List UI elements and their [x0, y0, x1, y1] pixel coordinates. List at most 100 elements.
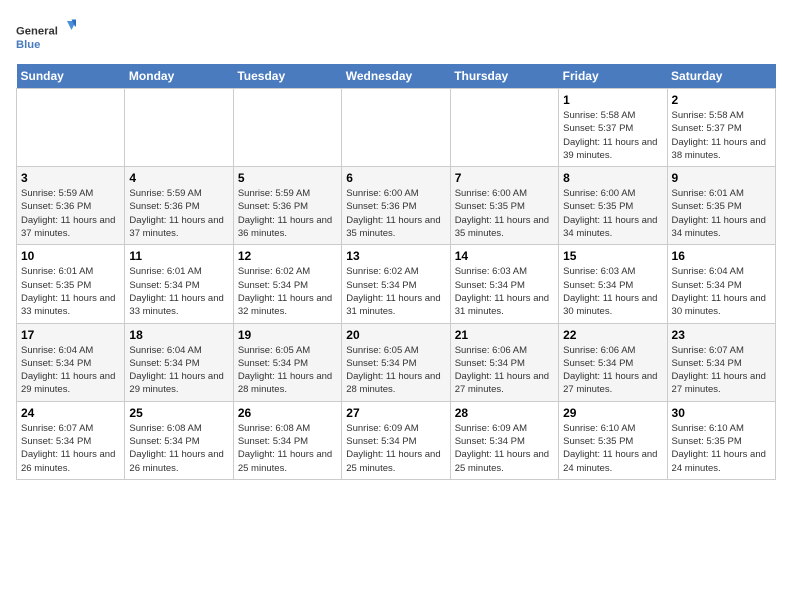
day-detail: Sunrise: 6:03 AMSunset: 5:34 PMDaylight:…	[563, 265, 662, 318]
day-number: 25	[129, 406, 228, 420]
calendar-cell	[125, 89, 233, 167]
day-number: 11	[129, 249, 228, 263]
day-number: 19	[238, 328, 337, 342]
day-detail: Sunrise: 6:05 AMSunset: 5:34 PMDaylight:…	[346, 344, 445, 397]
logo: General Blue	[16, 16, 76, 56]
day-number: 21	[455, 328, 554, 342]
day-detail: Sunrise: 6:02 AMSunset: 5:34 PMDaylight:…	[346, 265, 445, 318]
day-number: 10	[21, 249, 120, 263]
calendar-cell: 6Sunrise: 6:00 AMSunset: 5:36 PMDaylight…	[342, 167, 450, 245]
day-number: 9	[672, 171, 771, 185]
day-detail: Sunrise: 6:07 AMSunset: 5:34 PMDaylight:…	[21, 422, 120, 475]
calendar-cell: 5 Sunrise: 5:59 AMSunset: 5:36 PMDaylight…	[233, 167, 341, 245]
day-number: 27	[346, 406, 445, 420]
calendar-cell: 21 Sunrise: 6:06 AMSunset: 5:34 PMDayligh…	[450, 323, 558, 401]
day-of-week-header: Wednesday	[342, 64, 450, 89]
day-detail: Sunrise: 6:01 AMSunset: 5:34 PMDaylight:…	[129, 265, 228, 318]
day-number: 13	[346, 249, 445, 263]
day-detail: Sunrise: 6:04 AMSunset: 5:34 PMDaylight:…	[672, 265, 771, 318]
day-detail: Sunrise: 6:01 AMSunset: 5:35 PMDaylight:…	[21, 265, 120, 318]
calendar-cell	[17, 89, 125, 167]
day-number: 28	[455, 406, 554, 420]
day-detail: Sunrise: 6:10 AMSunset: 5:35 PMDaylight:…	[672, 422, 771, 475]
day-detail: Sunrise: 6:00 AMSunset: 5:35 PMDaylight:…	[455, 187, 554, 240]
calendar-cell	[233, 89, 341, 167]
day-number: 26	[238, 406, 337, 420]
day-number: 15	[563, 249, 662, 263]
calendar-cell: 12 Sunrise: 6:02 AMSunset: 5:34 PMDayligh…	[233, 245, 341, 323]
calendar-cell: 9 Sunrise: 6:01 AMSunset: 5:35 PMDaylight…	[667, 167, 775, 245]
day-of-week-header: Thursday	[450, 64, 558, 89]
calendar-cell: 20 Sunrise: 6:05 AMSunset: 5:34 PMDayligh…	[342, 323, 450, 401]
calendar-cell: 10 Sunrise: 6:01 AMSunset: 5:35 PMDayligh…	[17, 245, 125, 323]
day-detail: Sunrise: 6:00 AMSunset: 5:35 PMDaylight:…	[563, 187, 662, 240]
calendar-cell: 14Sunrise: 6:03 AMSunset: 5:34 PMDayligh…	[450, 245, 558, 323]
day-detail: Sunrise: 6:08 AMSunset: 5:34 PMDaylight:…	[129, 422, 228, 475]
calendar-week-row: 10 Sunrise: 6:01 AMSunset: 5:35 PMDayligh…	[17, 245, 776, 323]
calendar-cell: 25 Sunrise: 6:08 AMSunset: 5:34 PMDayligh…	[125, 401, 233, 479]
day-of-week-header: Friday	[559, 64, 667, 89]
header-row: SundayMondayTuesdayWednesdayThursdayFrid…	[17, 64, 776, 89]
calendar-cell: 24 Sunrise: 6:07 AMSunset: 5:34 PMDayligh…	[17, 401, 125, 479]
calendar-cell: 16Sunrise: 6:04 AMSunset: 5:34 PMDayligh…	[667, 245, 775, 323]
day-of-week-header: Sunday	[17, 64, 125, 89]
calendar-cell: 22 Sunrise: 6:06 AMSunset: 5:34 PMDayligh…	[559, 323, 667, 401]
calendar-cell: 2 Sunrise: 5:58 AMSunset: 5:37 PMDaylight…	[667, 89, 775, 167]
day-detail: Sunrise: 6:07 AMSunset: 5:34 PMDaylight:…	[672, 344, 771, 397]
day-number: 8	[563, 171, 662, 185]
day-number: 24	[21, 406, 120, 420]
calendar-week-row: 3Sunrise: 5:59 AMSunset: 5:36 PMDaylight…	[17, 167, 776, 245]
calendar-cell: 28Sunrise: 6:09 AMSunset: 5:34 PMDayligh…	[450, 401, 558, 479]
day-number: 30	[672, 406, 771, 420]
calendar-cell: 1 Sunrise: 5:58 AMSunset: 5:37 PMDaylight…	[559, 89, 667, 167]
day-detail: Sunrise: 6:05 AMSunset: 5:34 PMDaylight:…	[238, 344, 337, 397]
day-number: 18	[129, 328, 228, 342]
day-number: 2	[672, 93, 771, 107]
calendar-cell: 3Sunrise: 5:59 AMSunset: 5:36 PMDaylight…	[17, 167, 125, 245]
calendar-table: SundayMondayTuesdayWednesdayThursdayFrid…	[16, 64, 776, 480]
day-number: 20	[346, 328, 445, 342]
day-detail: Sunrise: 6:04 AMSunset: 5:34 PMDaylight:…	[129, 344, 228, 397]
day-of-week-header: Saturday	[667, 64, 775, 89]
calendar-cell: 13 Sunrise: 6:02 AMSunset: 5:34 PMDayligh…	[342, 245, 450, 323]
day-of-week-header: Monday	[125, 64, 233, 89]
day-detail: Sunrise: 6:10 AMSunset: 5:35 PMDaylight:…	[563, 422, 662, 475]
day-number: 29	[563, 406, 662, 420]
calendar-cell: 23Sunrise: 6:07 AMSunset: 5:34 PMDayligh…	[667, 323, 775, 401]
day-detail: Sunrise: 6:06 AMSunset: 5:34 PMDaylight:…	[455, 344, 554, 397]
day-number: 22	[563, 328, 662, 342]
svg-text:General: General	[16, 26, 58, 38]
day-number: 5	[238, 171, 337, 185]
day-detail: Sunrise: 5:58 AMSunset: 5:37 PMDaylight:…	[672, 109, 771, 162]
calendar-cell	[450, 89, 558, 167]
day-number: 1	[563, 93, 662, 107]
day-of-week-header: Tuesday	[233, 64, 341, 89]
calendar-cell	[342, 89, 450, 167]
day-number: 4	[129, 171, 228, 185]
calendar-cell: 11 Sunrise: 6:01 AMSunset: 5:34 PMDayligh…	[125, 245, 233, 323]
calendar-week-row: 24 Sunrise: 6:07 AMSunset: 5:34 PMDayligh…	[17, 401, 776, 479]
svg-text:Blue: Blue	[16, 39, 40, 51]
calendar-cell: 27 Sunrise: 6:09 AMSunset: 5:34 PMDayligh…	[342, 401, 450, 479]
calendar-cell: 29 Sunrise: 6:10 AMSunset: 5:35 PMDayligh…	[559, 401, 667, 479]
calendar-cell: 8 Sunrise: 6:00 AMSunset: 5:35 PMDaylight…	[559, 167, 667, 245]
day-detail: Sunrise: 6:04 AMSunset: 5:34 PMDaylight:…	[21, 344, 120, 397]
day-detail: Sunrise: 6:09 AMSunset: 5:34 PMDaylight:…	[346, 422, 445, 475]
calendar-cell: 7 Sunrise: 6:00 AMSunset: 5:35 PMDaylight…	[450, 167, 558, 245]
day-number: 17	[21, 328, 120, 342]
calendar-week-row: 17 Sunrise: 6:04 AMSunset: 5:34 PMDayligh…	[17, 323, 776, 401]
day-detail: Sunrise: 6:01 AMSunset: 5:35 PMDaylight:…	[672, 187, 771, 240]
day-detail: Sunrise: 5:59 AMSunset: 5:36 PMDaylight:…	[21, 187, 120, 240]
calendar-cell: 30 Sunrise: 6:10 AMSunset: 5:35 PMDayligh…	[667, 401, 775, 479]
calendar-cell: 4Sunrise: 5:59 AMSunset: 5:36 PMDaylight…	[125, 167, 233, 245]
day-number: 7	[455, 171, 554, 185]
day-number: 12	[238, 249, 337, 263]
day-detail: Sunrise: 5:59 AMSunset: 5:36 PMDaylight:…	[238, 187, 337, 240]
day-detail: Sunrise: 6:06 AMSunset: 5:34 PMDaylight:…	[563, 344, 662, 397]
day-detail: Sunrise: 5:58 AMSunset: 5:37 PMDaylight:…	[563, 109, 662, 162]
calendar-cell: 18 Sunrise: 6:04 AMSunset: 5:34 PMDayligh…	[125, 323, 233, 401]
day-detail: Sunrise: 6:08 AMSunset: 5:34 PMDaylight:…	[238, 422, 337, 475]
day-detail: Sunrise: 6:02 AMSunset: 5:34 PMDaylight:…	[238, 265, 337, 318]
logo-svg: General Blue	[16, 16, 76, 56]
day-detail: Sunrise: 6:03 AMSunset: 5:34 PMDaylight:…	[455, 265, 554, 318]
